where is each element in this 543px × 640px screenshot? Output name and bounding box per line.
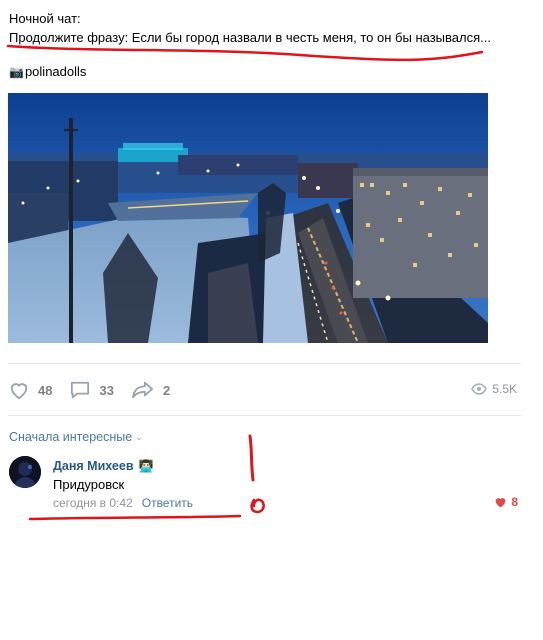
heart-icon — [10, 383, 28, 400]
eye-icon — [471, 383, 488, 395]
heart-filled-icon — [495, 498, 506, 508]
comment-like-button[interactable]: 8 — [494, 495, 518, 509]
photo-credit: 📷 polinadolls — [9, 64, 86, 79]
comment-button[interactable]: 33 — [69, 380, 114, 400]
post-divider — [8, 363, 521, 364]
comments-sort-dropdown[interactable]: Сначала интересные ⌄ — [9, 430, 143, 444]
technologist-emoji: 👨🏻‍💻 — [138, 459, 154, 473]
photo-credit-name[interactable]: polinadolls — [25, 64, 86, 79]
post-text-line-2: Продолжите фразу: Если бы город назвали … — [9, 30, 491, 45]
comment-text: Придуровск — [53, 477, 125, 492]
comment-author-name: Даня Михеев — [53, 459, 134, 473]
like-count: 48 — [38, 382, 53, 398]
post-text: Ночной чат: Продолжите фразу: Если бы го… — [9, 9, 491, 47]
comment-like-count: 8 — [511, 495, 518, 509]
like-button[interactable]: 48 — [8, 380, 52, 400]
views-counter: 5.5K — [471, 382, 517, 396]
share-count: 2 — [162, 382, 171, 398]
post-actions: 48 33 2 — [8, 378, 187, 402]
views-count: 5.5K — [492, 382, 517, 396]
chevron-down-icon: ⌄ — [135, 431, 143, 442]
comment-meta: сегодня в 0:42 Ответить — [53, 496, 193, 510]
reply-button[interactable]: Ответить — [142, 496, 193, 510]
share-button[interactable]: 2 — [131, 380, 170, 400]
comments-divider — [8, 415, 521, 416]
comments-sort-label: Сначала интересные — [9, 430, 133, 444]
comment-icon — [71, 381, 90, 399]
camera-icon: 📷 — [9, 64, 24, 79]
post-photo[interactable] — [8, 93, 488, 343]
comment-time[interactable]: сегодня в 0:42 — [53, 496, 133, 510]
avatar[interactable] — [9, 456, 41, 488]
post-text-line-1: Ночной чат: — [9, 11, 81, 26]
comment-author[interactable]: Даня Михеев 👨🏻‍💻 — [53, 459, 153, 473]
share-arrow-icon — [132, 381, 153, 399]
comment-count: 33 — [99, 382, 114, 398]
